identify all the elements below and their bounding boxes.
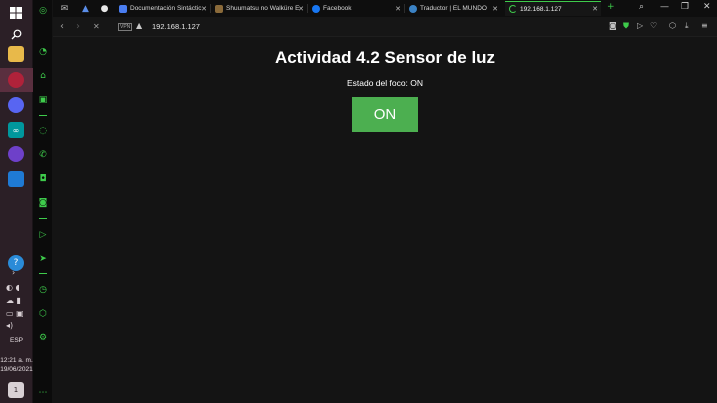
bookmark-icon[interactable]: ▷ xyxy=(637,21,643,30)
chevron-right-icon[interactable]: › xyxy=(12,268,15,277)
vpn-badge[interactable]: VPN xyxy=(118,23,133,31)
close-tab-icon[interactable]: ✕ xyxy=(592,5,598,13)
tab-label: Facebook xyxy=(323,5,352,12)
close-tab-icon[interactable]: ✕ xyxy=(201,5,207,13)
globe-favicon-icon xyxy=(409,4,417,13)
battery-icon[interactable]: ▭ ▣ xyxy=(6,309,24,318)
cube-icon[interactable]: ⬡ xyxy=(669,21,676,30)
pinned-photos-icon[interactable]: ▲ xyxy=(79,2,92,15)
send-icon[interactable]: ➤ xyxy=(37,253,49,265)
menu-icon[interactable]: ≡ xyxy=(701,21,708,30)
opera-gx-icon[interactable] xyxy=(8,72,24,88)
cloud-icon[interactable]: ☁ ▮ xyxy=(6,296,21,305)
camera-icon[interactable]: ◙ xyxy=(609,21,617,30)
doc-favicon-icon xyxy=(119,4,127,13)
windows-taskbar: ∞ ? › ◐ ◖ ☁ ▮ ▭ ▣ ◂) ESP 12:21 a. m. 19/… xyxy=(0,0,33,403)
settings-icon[interactable]: ⚙ xyxy=(37,332,49,344)
facebook-favicon-icon xyxy=(312,4,320,13)
tab-traductor[interactable]: Traductor | EL MUNDO ✕ xyxy=(405,1,501,16)
not-secure-icon[interactable]: ▲ xyxy=(136,21,142,30)
sidebar-divider xyxy=(39,273,47,274)
restore-icon[interactable]: ❐ xyxy=(681,2,689,12)
clock-time[interactable]: 12:21 a. m. xyxy=(0,357,33,365)
gx-corner-icon[interactable]: ⌂ xyxy=(37,70,49,82)
clock-date[interactable]: 19/06/2021 xyxy=(0,366,33,374)
notification-count: 1 xyxy=(13,386,19,394)
more-icon[interactable]: ⋯ xyxy=(37,387,49,399)
volume-icon[interactable]: ◂) xyxy=(6,321,13,330)
tab-active-192-168-1-127[interactable]: 192.168.1.127 ✕ xyxy=(505,1,601,16)
close-window-icon[interactable]: ✕ xyxy=(703,2,711,12)
tab-label: 192.168.1.127 xyxy=(520,5,562,13)
help-icon[interactable]: ? xyxy=(8,255,24,271)
sidebar-divider xyxy=(39,115,47,116)
discord-icon[interactable] xyxy=(8,97,24,113)
stop-loading-icon[interactable]: ✕ xyxy=(93,22,100,31)
tab-label: Shuumatsu no Walküre E xyxy=(226,5,300,12)
loading-spinner-icon xyxy=(509,5,517,13)
manga-favicon-icon xyxy=(215,4,223,13)
page-content: Actividad 4.2 Sensor de luz Estado del f… xyxy=(53,37,717,403)
mail-icon[interactable]: ✉ xyxy=(58,2,71,15)
toggle-on-button[interactable]: ON xyxy=(352,97,418,132)
tab-strip: ✉ ▲ ● Documentación Sintáctic ✕ Shuumats… xyxy=(53,0,717,17)
github-desktop-icon[interactable] xyxy=(8,146,24,162)
url-field[interactable]: 192.168.1.127 xyxy=(152,22,200,31)
close-tab-icon[interactable]: ✕ xyxy=(298,5,304,13)
gx-control-icon[interactable]: ◔ xyxy=(37,46,49,58)
arduino-icon[interactable]: ∞ xyxy=(8,122,24,138)
tab-shuumatsu[interactable]: Shuumatsu no Walküre E ✕ xyxy=(211,1,307,16)
close-tab-icon[interactable]: ✕ xyxy=(492,5,498,13)
lamp-status-text: Estado del foco: ON xyxy=(346,78,424,88)
search-tabs-icon[interactable]: ⌕ xyxy=(639,2,644,12)
history-icon[interactable]: ◷ xyxy=(37,284,49,296)
sidebar-divider xyxy=(39,218,47,219)
discord-sidebar-icon[interactable]: ◙ xyxy=(37,197,49,209)
github-icon[interactable]: ● xyxy=(98,2,111,15)
tab-documentacion[interactable]: Documentación Sintáctic ✕ xyxy=(115,1,210,16)
minimize-icon[interactable]: — xyxy=(660,2,669,12)
search-icon[interactable] xyxy=(8,26,24,42)
tab-label: Traductor | EL MUNDO xyxy=(420,5,487,12)
player-icon[interactable]: ▷ xyxy=(37,229,49,241)
extensions-icon[interactable]: ⬡ xyxy=(37,308,49,320)
windows-start-icon[interactable] xyxy=(8,5,24,21)
address-bar: ‹ › ✕ VPN ▲ 192.168.1.127 ◙ ⛊ ▷ ♡ ⬡ ⤓ ≡ xyxy=(53,17,717,37)
instagram-icon[interactable]: ◘ xyxy=(37,173,49,185)
vscode-icon[interactable] xyxy=(8,171,24,187)
network-icon[interactable]: ◐ ◖ xyxy=(6,283,20,292)
language-indicator[interactable]: ESP xyxy=(0,337,33,345)
new-tab-icon[interactable]: + xyxy=(607,2,615,12)
tab-label: Documentación Sintáctic xyxy=(130,5,202,12)
heart-icon[interactable]: ♡ xyxy=(650,21,657,30)
whatsapp-icon[interactable]: ✆ xyxy=(37,149,49,161)
opera-menu-icon[interactable]: ◎ xyxy=(37,5,49,17)
close-tab-icon[interactable]: ✕ xyxy=(395,5,401,13)
screen: ∞ ? › ◐ ◖ ☁ ▮ ▭ ▣ ◂) ESP 12:21 a. m. 19/… xyxy=(0,0,717,403)
file-explorer-icon[interactable] xyxy=(8,46,24,62)
forward-icon[interactable]: › xyxy=(76,21,80,32)
page-title: Actividad 4.2 Sensor de luz xyxy=(274,48,496,67)
messenger-icon[interactable]: ◌ xyxy=(37,125,49,137)
browser-sidebar: ◎ ◔ ⌂ ▣ ◌ ✆ ◘ ◙ ▷ ➤ ◷ ⬡ ⚙ ⋯ xyxy=(33,0,53,403)
back-icon[interactable]: ‹ xyxy=(60,21,64,32)
notification-icon[interactable]: 1 xyxy=(8,382,24,398)
twitch-icon[interactable]: ▣ xyxy=(37,94,49,106)
adblock-icon[interactable]: ⛊ xyxy=(623,21,629,31)
download-icon[interactable]: ⤓ xyxy=(685,21,689,31)
tab-facebook[interactable]: Facebook ✕ xyxy=(308,1,404,16)
